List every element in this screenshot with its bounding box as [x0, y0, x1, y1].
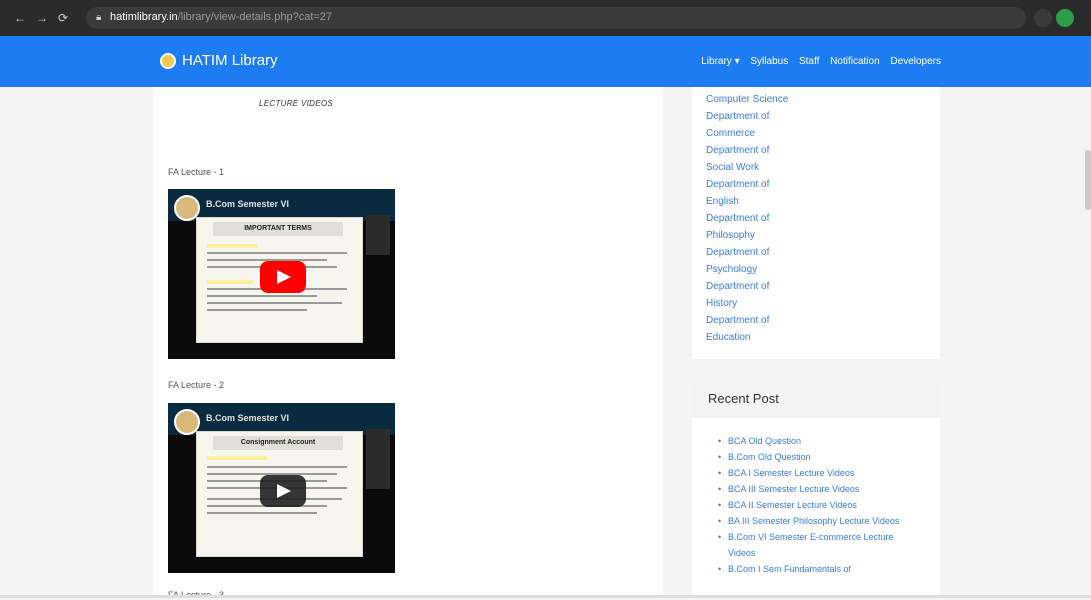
nav-developers[interactable]: Developers: [890, 56, 941, 67]
nav-staff[interactable]: Staff: [799, 56, 819, 67]
department-link[interactable]: Department of: [706, 278, 788, 295]
presenter-video: [366, 429, 390, 489]
recent-post-header: Recent Post: [692, 378, 940, 418]
department-link[interactable]: Education: [706, 329, 788, 346]
recent-post-link[interactable]: B.Com Old Question: [718, 449, 908, 465]
url-path: /library/view-details.php?cat=27: [177, 11, 333, 23]
slide-text-line: [207, 512, 317, 514]
brand-text: HATIM Library: [182, 52, 278, 69]
presenter-video: [366, 215, 390, 255]
department-link[interactable]: Philosophy: [706, 227, 788, 244]
library-logo-icon: [160, 53, 176, 69]
site-brand[interactable]: HATIM Library: [160, 52, 278, 69]
department-widget: Computer Science Department of Commerce …: [692, 87, 940, 359]
recent-post-title: Recent Post: [708, 391, 779, 406]
url-host: hatimlibrary.in/library/view-details.php…: [110, 11, 333, 23]
browser-chrome: ← → ⟳ 🔒︎ hatimlibrary.in/library/view-de…: [0, 0, 1091, 36]
nav-library[interactable]: Library ▾: [701, 56, 739, 67]
department-link[interactable]: Department of: [706, 312, 788, 329]
page-heading: LECTURE VIDEOS: [259, 99, 333, 108]
video-banner-text: B.Com Semester VI: [206, 413, 290, 423]
slide-highlight: [207, 244, 257, 248]
nav-syllabus[interactable]: Syllabus: [750, 56, 788, 67]
recent-post-link[interactable]: BA III Semester Philosophy Lecture Video…: [718, 513, 908, 529]
site-navbar: HATIM Library Library ▾ Syllabus Staff N…: [0, 36, 1091, 87]
department-list: Computer Science Department of Commerce …: [706, 91, 788, 346]
department-link[interactable]: Department of: [706, 244, 788, 261]
lecture-title: FA Lecture - 2: [168, 380, 225, 390]
department-link[interactable]: Department of: [706, 108, 788, 125]
department-link[interactable]: Social Work: [706, 159, 788, 176]
slide-title: Consignment Account: [213, 436, 343, 450]
video-player-2[interactable]: B.Com Semester VI Consignment Account: [168, 403, 395, 573]
lock-icon: 🔒︎: [96, 12, 102, 23]
main-menu: Library ▾ Syllabus Staff Notification De…: [693, 56, 941, 67]
recent-post-list: BCA Old Question B.Com Old Question BCA …: [718, 433, 908, 577]
bookmark-star-icon[interactable]: [1034, 9, 1052, 27]
department-link[interactable]: Psychology: [706, 261, 788, 278]
youtube-play-button[interactable]: [260, 475, 306, 507]
slide-title: IMPORTANT TERMS: [213, 222, 343, 236]
slide-highlight: [207, 456, 267, 460]
recent-post-link[interactable]: BCA I Semester Lecture Videos: [718, 465, 908, 481]
slide-text-line: [207, 309, 307, 311]
department-link[interactable]: Department of: [706, 210, 788, 227]
department-link[interactable]: English: [706, 193, 788, 210]
slide-text-line: [207, 252, 347, 254]
recent-post-link[interactable]: B.Com I Sem Fundamentals of: [718, 561, 908, 577]
lecture-title: FA Lecture - 1: [168, 167, 225, 177]
profile-avatar[interactable]: [1056, 9, 1074, 27]
department-link[interactable]: Department of: [706, 176, 788, 193]
reload-icon[interactable]: ⟳: [58, 11, 68, 25]
recent-post-widget: Recent Post BCA Old Question B.Com Old Q…: [692, 378, 940, 598]
page-scrollbar[interactable]: [1085, 150, 1091, 210]
video-banner-text: B.Com Semester VI: [206, 199, 290, 209]
nav-notification[interactable]: Notification: [830, 56, 879, 67]
youtube-play-button[interactable]: [260, 261, 306, 293]
back-icon[interactable]: ←: [14, 11, 26, 25]
video-player-1[interactable]: B.Com Semester VI IMPORTANT TERMS: [168, 189, 395, 359]
department-link[interactable]: Computer Science: [706, 91, 788, 108]
recent-post-link[interactable]: B.Com VI Semester E-commerce Lecture Vid…: [718, 529, 908, 561]
recent-post-link[interactable]: BCA Old Question: [718, 433, 908, 449]
main-content: LECTURE VIDEOS FA Lecture - 1 B.Com Seme…: [153, 87, 663, 600]
slide-text-line: [207, 295, 317, 297]
slide-text-line: [207, 466, 347, 468]
department-link[interactable]: Department of: [706, 142, 788, 159]
department-link[interactable]: Commerce: [706, 125, 788, 142]
forward-icon[interactable]: →: [36, 11, 48, 25]
slide-highlight: [207, 280, 253, 284]
slide-text-line: [207, 302, 342, 304]
department-link[interactable]: History: [706, 295, 788, 312]
recent-post-link[interactable]: BCA II Semester Lecture Videos: [718, 497, 908, 513]
recent-post-link[interactable]: BCA III Semester Lecture Videos: [718, 481, 908, 497]
play-icon: [277, 270, 291, 284]
address-bar[interactable]: 🔒︎ hatimlibrary.in/library/view-details.…: [86, 7, 1026, 29]
play-icon: [277, 484, 291, 498]
